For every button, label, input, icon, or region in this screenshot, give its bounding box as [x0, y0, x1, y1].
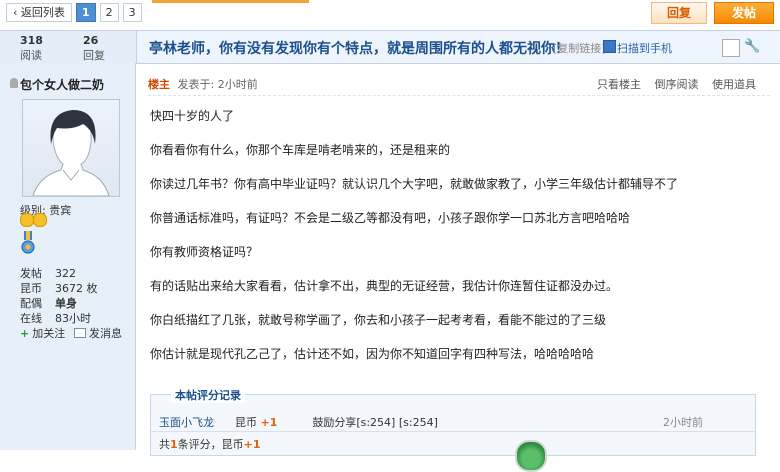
divider [151, 431, 755, 432]
thread-title: 亭林老师，你有没有发现你有个特点，就是周围所有的人都无视你！ [149, 41, 569, 57]
post-line: 有的话贴出来给大家看看，估计拿不出，典型的无证经营，我估计你连暂住证都没办过。 [150, 279, 619, 293]
new-post-button[interactable]: 发帖 [714, 2, 774, 24]
smiley-medal-icon [20, 213, 34, 227]
post-line: 你有教师资格证吗？ [150, 245, 259, 259]
replies-label: 回复 [83, 49, 105, 62]
send-message-button[interactable]: 发消息 [74, 325, 122, 341]
post-line: 你普通话标准吗，有证吗？不会是二级乙等都没有吧，小孩子跟你学一口苏北方言吧哈哈哈 [150, 211, 631, 225]
user-stat-coins: 昆币 3672 枚 [20, 282, 98, 295]
post-line: 你估计就是现代孔乙己了，估计还不如，因为你不知道回字有四种写法，哈哈哈哈哈 [150, 347, 595, 361]
post-line: 快四十岁的人了 [150, 109, 235, 123]
views-label: 阅读 [20, 49, 42, 62]
rating-title: 本帖评分记录 [171, 387, 245, 403]
op-badge: 楼主 [148, 78, 170, 91]
replies-count: 26 [83, 34, 99, 47]
page-1-link[interactable]: 1 [75, 3, 96, 22]
chevron-left-icon: ‹ [13, 6, 21, 19]
views-stat: 318 阅读 [20, 34, 43, 63]
divider [148, 95, 770, 96]
user-stat-spouse: 配偶 单身 [20, 297, 77, 310]
author-sidebar: 包个女人做二奶 级别: 贵宾 发帖 322 昆币 3672 枚 配偶 单身 在线 83小… [0, 63, 136, 450]
post-line: 你读过几年书？你有高中毕业证吗？就认识几个大字吧，就敢做家教了，小学三年级估计都… [150, 177, 679, 191]
reverse-order-link[interactable]: 倒序阅读 [655, 78, 699, 91]
user-stat-online: 在线 83小时 [20, 312, 91, 325]
use-item-link[interactable]: 使用道具 [712, 78, 756, 91]
post-content: 快四十岁的人了 你看看你有什么，你那个车库是啃老啃来的，还是租来的 你读过几年书… [150, 103, 760, 375]
page-3-link[interactable]: 3 [122, 3, 142, 22]
back-to-list-button[interactable]: ‹ 返回列表 [6, 3, 72, 22]
page-2-link[interactable]: 2 [99, 3, 119, 22]
post-line: 你看看你有什么，你那个车库是啃老啃来的，还是租来的 [150, 143, 451, 157]
mail-icon [74, 328, 86, 338]
plus-icon: + [20, 327, 30, 340]
rating-record-box: 本帖评分记录 玉面小飞龙 昆币 +1 鼓励分享[s:254] [s:254] 2… [150, 387, 756, 472]
avatar[interactable] [22, 99, 120, 197]
rater-name[interactable]: 玉面小飞龙 [159, 416, 214, 429]
back-to-list-label: 返回列表 [20, 6, 65, 19]
top-toolbar: ‹ 返回列表 1 2 3 回复 发帖 [0, 0, 780, 28]
only-op-link[interactable]: 只看楼主 [597, 78, 641, 91]
posted-time: 发表于: 2小时前 [177, 78, 258, 91]
post-tools: 只看楼主 倒序阅读 使用道具 [597, 76, 756, 92]
floating-widget-icon[interactable] [515, 440, 547, 472]
post-line: 你白纸描红了几张，就敢号称学画了，你去和小孩子一起考考看，看能不能过的了三级 [150, 313, 607, 327]
thread-title-bar: 亭林老师，你有没有发现你有个特点，就是周围所有的人都无视你！ [复制链接] 扫描… [136, 31, 780, 63]
wrench-icon[interactable]: 🔧 [744, 39, 760, 54]
post-body: 楼主 发表于: 2小时前 只看楼主 倒序阅读 使用道具 快四十岁的人了 你看看你… [136, 63, 780, 472]
qr-code-icon[interactable] [603, 40, 616, 53]
user-stat-posts: 发帖 322 [20, 267, 76, 280]
rating-reason: 鼓励分享[s:254] [s:254] [312, 416, 438, 429]
author-name[interactable]: 包个女人做二奶 [20, 76, 104, 93]
rating-time: 2小时前 [663, 416, 703, 429]
smiley-medal-icon [33, 213, 47, 227]
orange-accent-bar [152, 0, 309, 3]
post-meta: 楼主 发表于: 2小时前 [148, 76, 258, 92]
scan-to-mobile-link[interactable]: 扫描到手机 [617, 40, 672, 56]
thread-header: 318 阅读 26 回复 亭林老师，你有没有发现你有个特点，就是周围所有的人都无… [0, 30, 780, 64]
select-checkbox[interactable] [722, 39, 740, 57]
reply-button[interactable]: 回复 [651, 2, 707, 24]
rating-currency: 昆币 [234, 416, 257, 429]
user-icon [10, 78, 18, 88]
replies-stat: 26 回复 [83, 34, 105, 63]
rating-amount: +1 [260, 416, 278, 429]
copy-link-button[interactable]: [复制链接] [553, 40, 606, 56]
rating-row: 玉面小飞龙 昆币 +1 鼓励分享[s:254] [s:254] [159, 414, 438, 430]
ribbon-badge-icon [21, 231, 35, 254]
views-count: 318 [20, 34, 43, 47]
pagination: ‹ 返回列表 1 2 3 [6, 3, 142, 22]
add-follow-button[interactable]: + 加关注 [20, 325, 65, 341]
avatar-silhouette-icon [32, 110, 110, 196]
